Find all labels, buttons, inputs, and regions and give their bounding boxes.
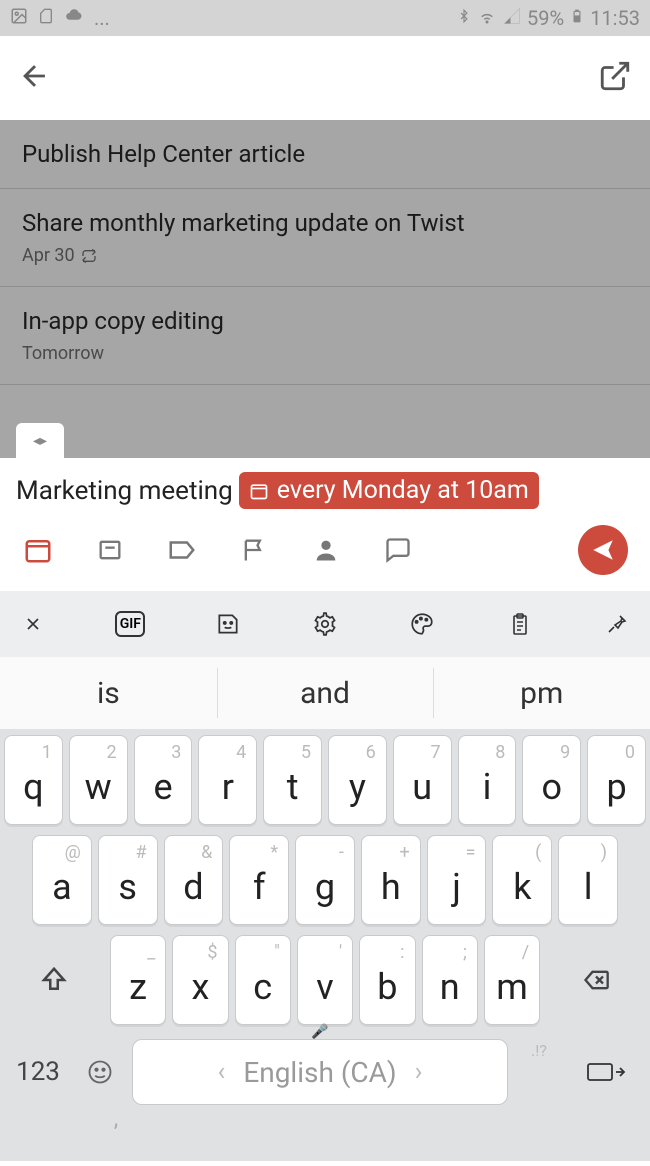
suggestion-1[interactable]: is bbox=[0, 657, 217, 729]
key-l[interactable]: )l bbox=[558, 835, 618, 925]
repeat-icon bbox=[81, 248, 97, 264]
open-external-button[interactable] bbox=[598, 59, 632, 97]
task-item[interactable]: In-app copy editing Tomorrow bbox=[0, 287, 650, 385]
suggestion-3[interactable]: pm bbox=[433, 657, 650, 729]
key-x[interactable]: $x bbox=[172, 935, 228, 1025]
project-button[interactable] bbox=[94, 534, 126, 566]
android-status-bar: ... 59% 11:53 bbox=[0, 0, 650, 36]
bluetooth-icon bbox=[457, 6, 471, 31]
label-button[interactable] bbox=[166, 534, 198, 566]
drag-handle-icon[interactable]: ◂▸ bbox=[16, 423, 64, 458]
task-item[interactable]: Publish Help Center article bbox=[0, 120, 650, 189]
kb-close-button[interactable] bbox=[18, 609, 48, 639]
kb-settings-button[interactable] bbox=[310, 609, 340, 639]
backspace-key[interactable] bbox=[546, 935, 646, 1025]
task-item[interactable]: Share monthly marketing update on Twist … bbox=[0, 189, 650, 287]
keyboard-suggestions: is and pm bbox=[0, 657, 650, 729]
key-m[interactable]: /m bbox=[484, 935, 540, 1025]
comment-button[interactable] bbox=[382, 534, 414, 566]
key-a[interactable]: @a bbox=[32, 835, 92, 925]
key-s[interactable]: #s bbox=[98, 835, 158, 925]
key-k[interactable]: (k bbox=[492, 835, 552, 925]
send-button[interactable] bbox=[578, 525, 628, 575]
compose-toolbar bbox=[16, 509, 634, 591]
key-b[interactable]: :b bbox=[359, 935, 415, 1025]
key-t[interactable]: 5t bbox=[263, 735, 322, 825]
priority-button[interactable] bbox=[238, 534, 270, 566]
enter-key[interactable] bbox=[570, 1058, 642, 1086]
spacebar-key[interactable]: 🎤 ‹ English (CA) › bbox=[132, 1039, 508, 1105]
kb-pin-button[interactable] bbox=[602, 609, 632, 639]
key-v[interactable]: 'v bbox=[297, 935, 353, 1025]
battery-icon bbox=[570, 6, 584, 31]
compose-panel: Marketing meeting every Monday at 10am bbox=[0, 458, 650, 591]
app-header bbox=[0, 36, 650, 120]
key-c[interactable]: "c bbox=[235, 935, 291, 1025]
mic-icon: 🎤 bbox=[311, 1024, 328, 1040]
punct-hint: .!? bbox=[514, 1041, 564, 1060]
key-q[interactable]: 1q bbox=[4, 735, 63, 825]
assignee-button[interactable] bbox=[310, 534, 342, 566]
key-i[interactable]: 8i bbox=[458, 735, 517, 825]
cloud-icon bbox=[64, 6, 84, 30]
sd-card-icon bbox=[38, 6, 54, 30]
task-meta: Apr 30 bbox=[22, 245, 628, 266]
kb-gif-button[interactable]: GIF bbox=[115, 609, 145, 639]
numeric-key[interactable]: 123 bbox=[8, 1057, 68, 1087]
kb-theme-button[interactable] bbox=[407, 609, 437, 639]
key-r[interactable]: 4r bbox=[198, 735, 257, 825]
key-n[interactable]: ;n bbox=[422, 935, 478, 1025]
key-o[interactable]: 9o bbox=[522, 735, 581, 825]
date-chip[interactable]: every Monday at 10am bbox=[239, 472, 539, 509]
wifi-icon bbox=[477, 6, 497, 30]
back-button[interactable] bbox=[18, 59, 52, 97]
picture-icon bbox=[10, 6, 28, 30]
soft-keyboard: 1q2w3e4r5t6y7u8i9o0p @a#s&d*f-g+h=j(k)l … bbox=[0, 729, 650, 1161]
emoji-key[interactable] bbox=[74, 1058, 126, 1086]
key-d[interactable]: &d bbox=[164, 835, 224, 925]
key-h[interactable]: +h bbox=[361, 835, 421, 925]
key-u[interactable]: 7u bbox=[393, 735, 452, 825]
space-label: English (CA) bbox=[243, 1056, 396, 1089]
task-input[interactable]: Marketing meeting every Monday at 10am bbox=[16, 472, 634, 509]
shift-key[interactable] bbox=[4, 935, 104, 1025]
key-j[interactable]: =j bbox=[427, 835, 487, 925]
key-y[interactable]: 6y bbox=[328, 735, 387, 825]
kb-clipboard-button[interactable] bbox=[505, 609, 535, 639]
schedule-button[interactable] bbox=[22, 534, 54, 566]
chevron-left-icon: ‹ bbox=[218, 1057, 226, 1087]
cell-signal-icon bbox=[503, 6, 521, 30]
task-input-text: Marketing meeting bbox=[16, 476, 233, 506]
chevron-right-icon: › bbox=[415, 1057, 423, 1087]
key-w[interactable]: 2w bbox=[69, 735, 128, 825]
key-z[interactable]: _z bbox=[110, 935, 166, 1025]
task-title: Publish Help Center article bbox=[22, 140, 628, 168]
key-f[interactable]: *f bbox=[229, 835, 289, 925]
key-e[interactable]: 3e bbox=[134, 735, 193, 825]
date-chip-text: every Monday at 10am bbox=[277, 476, 529, 505]
battery-percent: 59% bbox=[527, 6, 564, 30]
keyboard-toolbar: GIF bbox=[0, 591, 650, 657]
key-p[interactable]: 0p bbox=[587, 735, 646, 825]
key-g[interactable]: -g bbox=[295, 835, 355, 925]
status-ellipsis: ... bbox=[94, 6, 110, 30]
kb-sticker-button[interactable] bbox=[213, 609, 243, 639]
task-title: Share monthly marketing update on Twist bbox=[22, 209, 628, 237]
task-list-overlay: Publish Help Center article Share monthl… bbox=[0, 120, 650, 458]
calendar-icon bbox=[249, 481, 269, 501]
suggestion-2[interactable]: and bbox=[217, 657, 434, 729]
task-title: In-app copy editing bbox=[22, 307, 628, 335]
clock-time: 11:53 bbox=[590, 6, 640, 30]
task-meta: Tomorrow bbox=[22, 343, 628, 364]
comma-hint: , bbox=[90, 1107, 142, 1132]
